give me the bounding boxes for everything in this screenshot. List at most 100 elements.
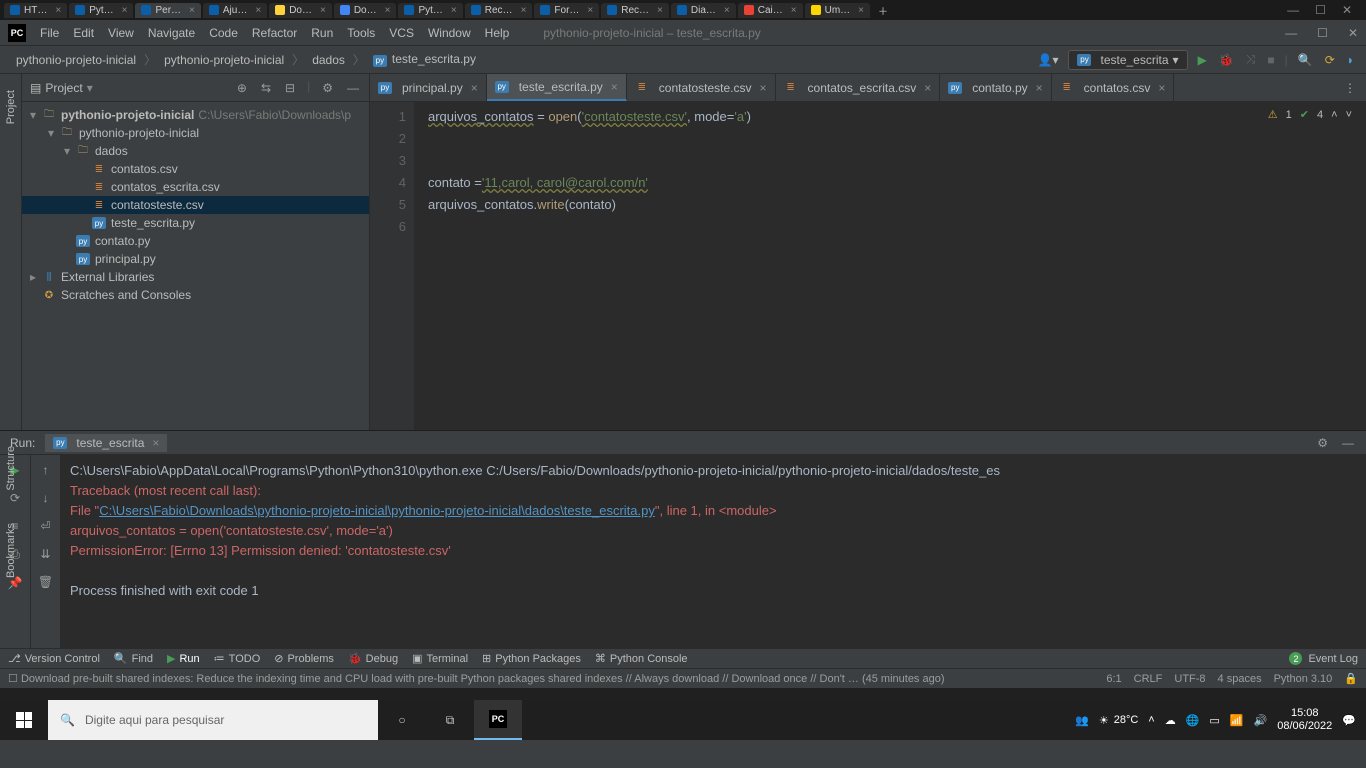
crumb[interactable]: pythonio-projeto-inicial xyxy=(158,51,290,69)
close-icon[interactable]: × xyxy=(760,81,767,95)
gear-icon[interactable]: ⚙ xyxy=(1315,434,1330,452)
tree-folder[interactable]: ▾🗀pythonio-projeto-inicial xyxy=(22,124,369,142)
close-icon[interactable]: ✕ xyxy=(1342,3,1352,17)
browser-tab[interactable]: Pyt…× xyxy=(398,3,462,18)
debug-button-icon[interactable]: 🐞 xyxy=(1217,51,1236,69)
browser-tab[interactable]: HT…× xyxy=(4,3,67,18)
close-icon[interactable]: × xyxy=(255,5,261,16)
task-view-icon[interactable]: ⧉ xyxy=(426,700,474,740)
up-icon[interactable]: ↑ xyxy=(41,461,51,479)
browser-tab[interactable]: Do…× xyxy=(269,3,332,18)
tree-file[interactable]: pycontato.py xyxy=(22,232,369,250)
chevron-down-icon[interactable]: ˅ xyxy=(1346,109,1352,121)
user-icon[interactable]: 👤▾ xyxy=(1036,51,1061,69)
network-icon[interactable]: 🌐 xyxy=(1186,714,1200,727)
menu-tools[interactable]: Tools xyxy=(347,26,375,40)
run-tab[interactable]: ▶Run xyxy=(167,652,200,665)
close-icon[interactable]: × xyxy=(924,81,931,95)
indent[interactable]: 4 spaces xyxy=(1218,673,1262,685)
maximize-icon[interactable]: ☐ xyxy=(1315,3,1326,17)
close-icon[interactable]: × xyxy=(724,5,730,16)
people-icon[interactable]: 👥 xyxy=(1075,714,1089,727)
close-icon[interactable]: × xyxy=(587,5,593,16)
close-icon[interactable]: × xyxy=(858,5,864,16)
close-icon[interactable]: × xyxy=(189,5,195,16)
status-icon[interactable]: ☐ xyxy=(8,672,18,685)
find-tab[interactable]: 🔍Find xyxy=(114,652,153,665)
minimize-icon[interactable]: — xyxy=(1285,26,1297,40)
menu-navigate[interactable]: Navigate xyxy=(148,26,195,40)
close-icon[interactable]: × xyxy=(521,5,527,16)
cortana-icon[interactable]: ○ xyxy=(378,700,426,740)
pycharm-taskbar-icon[interactable]: PC xyxy=(474,700,522,740)
close-icon[interactable]: × xyxy=(791,5,797,16)
volume-icon[interactable]: 🔊 xyxy=(1254,714,1268,727)
tree-file[interactable]: ≣contatosteste.csv xyxy=(22,196,369,214)
menu-file[interactable]: File xyxy=(40,26,59,40)
menu-vcs[interactable]: VCS xyxy=(389,26,414,40)
menu-help[interactable]: Help xyxy=(485,26,510,40)
taskbar-search[interactable]: 🔍 Digite aqui para pesquisar xyxy=(48,700,378,740)
run-config-selector[interactable]: pyteste_escrita ▾ xyxy=(1068,50,1187,70)
close-icon[interactable]: × xyxy=(657,5,663,16)
browser-tab[interactable]: Rec…× xyxy=(601,3,669,18)
tree-file[interactable]: pyprincipal.py xyxy=(22,250,369,268)
close-icon[interactable]: × xyxy=(55,5,61,16)
python-packages-tab[interactable]: ⊞Python Packages xyxy=(482,652,581,665)
tree-file[interactable]: pyteste_escrita.py xyxy=(22,214,369,232)
bookmarks-tool-tab[interactable]: Bookmarks xyxy=(5,517,17,584)
tree-scratches[interactable]: ✪Scratches and Consoles xyxy=(22,286,369,304)
close-icon[interactable]: × xyxy=(152,436,159,450)
menu-view[interactable]: View xyxy=(108,26,134,40)
wifi-icon[interactable]: 📶 xyxy=(1230,714,1244,727)
browser-tab[interactable]: Cai…× xyxy=(738,3,803,18)
menu-refactor[interactable]: Refactor xyxy=(252,26,297,40)
todo-tab[interactable]: ≔TODO xyxy=(214,652,261,665)
tree-folder[interactable]: ▾🗀dados xyxy=(22,142,369,160)
browser-tab[interactable]: Rec…× xyxy=(465,3,533,18)
browser-tab[interactable]: Dia…× xyxy=(671,3,736,18)
onedrive-icon[interactable]: ☁ xyxy=(1165,714,1176,727)
close-icon[interactable]: × xyxy=(1036,81,1043,95)
lock-icon[interactable]: 🔒 xyxy=(1344,672,1358,685)
menu-code[interactable]: Code xyxy=(209,26,238,40)
close-icon[interactable]: × xyxy=(471,81,478,95)
editor-more-icon[interactable]: ⋮ xyxy=(1334,81,1366,95)
hide-icon[interactable]: — xyxy=(345,79,361,97)
project-tool-tab[interactable]: Project xyxy=(5,84,17,130)
stop-icon[interactable]: ■ xyxy=(1265,51,1276,69)
maximize-icon[interactable]: ☐ xyxy=(1317,26,1328,40)
down-icon[interactable]: ↓ xyxy=(41,489,51,507)
notifications-icon[interactable]: 💬 xyxy=(1342,714,1356,727)
browser-tab[interactable]: Per…× xyxy=(135,3,200,18)
close-icon[interactable]: × xyxy=(320,5,326,16)
menu-window[interactable]: Window xyxy=(428,26,471,40)
browser-tab[interactable]: Do…× xyxy=(334,3,397,18)
terminal-tab[interactable]: ▣Terminal xyxy=(412,652,468,665)
debug-tab[interactable]: 🐞Debug xyxy=(348,652,398,665)
start-button[interactable] xyxy=(0,700,48,740)
close-icon[interactable]: × xyxy=(1158,81,1165,95)
python-console-tab[interactable]: ⌘Python Console xyxy=(595,652,688,665)
close-icon[interactable]: × xyxy=(611,80,618,94)
tree-external-libs[interactable]: ▸⫼External Libraries xyxy=(22,268,369,286)
chevron-up-icon[interactable]: ˄ xyxy=(1148,714,1154,726)
crumb[interactable]: pyteste_escrita.py xyxy=(367,50,482,69)
menu-run[interactable]: Run xyxy=(311,26,333,40)
vc-tab[interactable]: ⎇Version Control xyxy=(8,652,100,665)
browser-tab[interactable]: Aju…× xyxy=(203,3,267,18)
event-log-tab[interactable]: Event Log xyxy=(1308,653,1358,665)
coverage-icon[interactable]: ⤨ xyxy=(1244,50,1258,69)
caret-position[interactable]: 6:1 xyxy=(1106,673,1121,685)
console-output[interactable]: C:\Users\Fabio\AppData\Local\Programs\Py… xyxy=(60,455,1366,648)
run-tab[interactable]: pyteste_escrita × xyxy=(45,434,167,452)
menu-edit[interactable]: Edit xyxy=(73,26,94,40)
problems-tab[interactable]: ⊘Problems xyxy=(274,652,334,665)
editor-tab[interactable]: ≣contatos_escrita.csv× xyxy=(776,74,941,101)
trash-icon[interactable]: 🗑 xyxy=(36,573,55,591)
line-ending[interactable]: CRLF xyxy=(1134,673,1163,685)
editor-indicators[interactable]: ⚠1 ✔4 ˄ ˅ xyxy=(1268,108,1352,121)
editor-tab[interactable]: pyteste_escrita.py× xyxy=(487,74,627,101)
close-icon[interactable]: × xyxy=(122,5,128,16)
close-icon[interactable]: ✕ xyxy=(1348,26,1358,40)
